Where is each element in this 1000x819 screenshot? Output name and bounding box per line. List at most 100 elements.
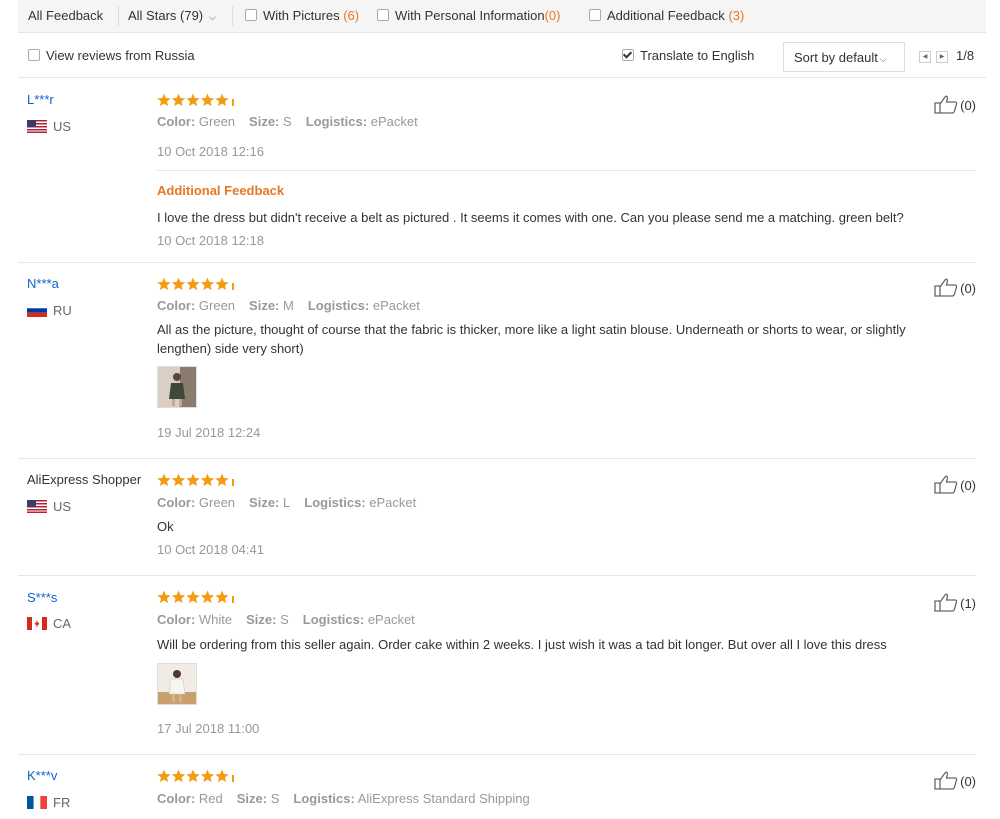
star-icon xyxy=(186,277,200,291)
review-text: All as the picture, thought of course th… xyxy=(157,322,906,356)
star-icon xyxy=(200,769,215,783)
us-flag-icon xyxy=(27,120,47,133)
star-icon xyxy=(186,93,200,107)
review-text: Ok xyxy=(157,519,174,534)
reviewer-name[interactable]: AliExpress Shopper xyxy=(27,472,141,487)
helpful-button[interactable]: (0) xyxy=(934,94,976,114)
country-code: RU xyxy=(53,303,72,318)
thumbs-up-icon xyxy=(934,475,958,494)
star-icon xyxy=(171,769,186,783)
star-rating xyxy=(157,277,234,291)
additional-feedback-text: I love the dress but didn't receive a be… xyxy=(157,210,904,225)
chevron-down-icon: ⌵ xyxy=(879,54,887,64)
page-indicator: 1/8 xyxy=(956,48,975,63)
view-russia-label: View reviews from Russia xyxy=(46,48,195,63)
photo-thumbnail xyxy=(158,367,196,407)
reviewer-name[interactable]: N***a xyxy=(27,276,59,291)
star-icon xyxy=(157,769,171,783)
star-icon xyxy=(171,473,186,487)
with-pictures-checkbox[interactable] xyxy=(245,9,257,21)
next-page-button[interactable]: ▶ xyxy=(936,51,948,63)
translate-option[interactable]: Translate to English xyxy=(622,33,754,77)
color-value: Red xyxy=(198,791,223,806)
logistics-value: ePacket xyxy=(367,612,415,627)
star-rating xyxy=(157,769,234,783)
country-code: US xyxy=(53,119,72,134)
helpful-button[interactable]: (0) xyxy=(934,474,976,494)
helpful-count: (1) xyxy=(960,596,976,611)
additional-feedback-filter[interactable]: Additional Feedback (3) xyxy=(589,0,744,32)
color-label: Color: xyxy=(157,298,196,313)
star-icon xyxy=(215,769,229,783)
reviewer-country: US xyxy=(27,499,71,514)
star-icon xyxy=(157,590,171,604)
with-personal-info-label: With Personal Information xyxy=(395,8,545,23)
color-label: Color: xyxy=(157,612,196,627)
review-date: 17 Jul 2018 11:00 xyxy=(157,721,260,736)
star-icon xyxy=(215,590,229,604)
country-code: CA xyxy=(53,616,72,631)
logistics-label: Logistics: xyxy=(305,114,368,129)
color-label: Color: xyxy=(157,791,196,806)
view-russia-option[interactable]: View reviews from Russia xyxy=(28,33,195,77)
sort-dropdown[interactable]: Sort by default ⌵ xyxy=(783,42,905,72)
reviewer-name[interactable]: S***s xyxy=(27,590,57,605)
rating-tail-mark xyxy=(232,283,234,290)
with-personal-info-checkbox[interactable] xyxy=(377,9,389,21)
country-code: FR xyxy=(53,795,71,810)
view-russia-checkbox[interactable] xyxy=(28,49,40,61)
review-date: 10 Oct 2018 04:41 xyxy=(157,542,264,557)
helpful-count: (0) xyxy=(960,281,976,296)
color-value: Green xyxy=(198,495,236,510)
all-feedback-tab[interactable]: All Feedback xyxy=(28,0,103,32)
prev-page-button[interactable]: ◀ xyxy=(919,51,931,63)
country-code: US xyxy=(53,499,72,514)
helpful-count: (0) xyxy=(960,478,976,493)
thumbs-up-icon xyxy=(934,95,958,114)
star-icon xyxy=(157,473,171,487)
review-item: K***v FR Color: Red Size: S Logistics: Ali… xyxy=(18,755,976,819)
with-pictures-count: (6) xyxy=(343,8,360,23)
logistics-value: ePacket xyxy=(370,114,418,129)
star-icon xyxy=(200,473,215,487)
with-pictures-filter[interactable]: With Pictures (6) xyxy=(245,0,359,32)
reviewer-country: CA xyxy=(27,616,71,631)
thumbs-up-icon xyxy=(934,278,958,297)
translate-checkbox[interactable] xyxy=(622,49,634,61)
all-stars-dropdown[interactable]: All Stars (79) ⌵ xyxy=(128,0,216,32)
order-details: Color: White Size: S Logistics: ePacket xyxy=(157,612,415,627)
rating-tail-mark xyxy=(232,775,234,782)
helpful-button[interactable]: (0) xyxy=(934,277,976,297)
logistics-value: ePacket xyxy=(369,495,417,510)
size-value: S xyxy=(280,612,289,627)
logistics-value: AliExpress Standard Shipping xyxy=(357,791,530,806)
with-pictures-label: With Pictures xyxy=(263,8,340,23)
color-label: Color: xyxy=(157,114,196,129)
color-label: Color: xyxy=(157,495,196,510)
review-item: L***r US Color: Green Size: S Logistics: e… xyxy=(18,78,976,263)
additional-feedback-heading: Additional Feedback xyxy=(157,183,285,198)
size-label: Size: xyxy=(236,791,268,806)
star-icon xyxy=(186,590,200,604)
helpful-button[interactable]: (0) xyxy=(934,770,976,790)
sort-label: Sort by default xyxy=(794,50,878,65)
review-photo[interactable] xyxy=(157,663,197,705)
reviewer-name[interactable]: L***r xyxy=(27,92,54,107)
star-icon xyxy=(186,473,200,487)
star-icon xyxy=(171,93,186,107)
divider xyxy=(157,170,976,171)
additional-feedback-checkbox[interactable] xyxy=(589,9,601,21)
with-personal-info-filter[interactable]: With Personal Information(0) xyxy=(377,0,560,32)
ru-flag-icon xyxy=(27,304,47,317)
helpful-button[interactable]: (1) xyxy=(934,592,976,612)
star-icon xyxy=(200,590,215,604)
review-photo[interactable] xyxy=(157,366,197,408)
translate-label: Translate to English xyxy=(640,48,755,63)
star-icon xyxy=(200,277,215,291)
star-icon xyxy=(215,473,229,487)
logistics-label: Logistics: xyxy=(302,612,365,627)
order-details: Color: Green Size: S Logistics: ePacket xyxy=(157,114,418,129)
star-icon xyxy=(186,769,200,783)
thumbs-up-icon xyxy=(934,771,958,790)
reviewer-name[interactable]: K***v xyxy=(27,768,57,783)
